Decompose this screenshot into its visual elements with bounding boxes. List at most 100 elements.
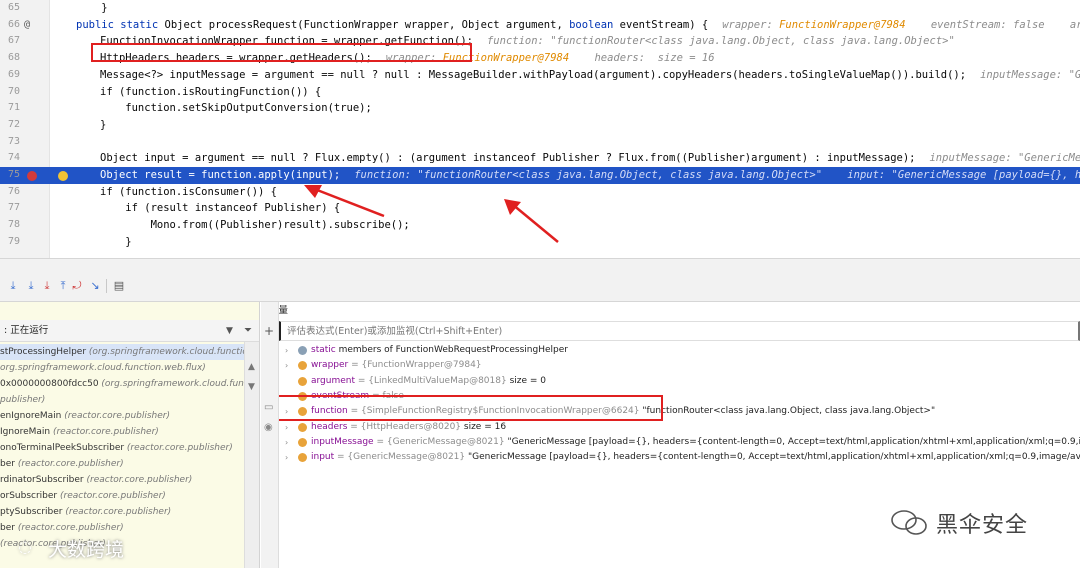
code-text: Object result = function.apply(input); fu…: [100, 167, 1080, 184]
frame-item[interactable]: ptySubscriber (reactor.core.publisher): [0, 504, 259, 520]
variable-name: inputMessage: [311, 436, 374, 447]
code-line[interactable]: 65 }: [0, 0, 1080, 17]
frame-package: (reactor.core.publisher): [83, 475, 193, 485]
inline-debug-hint: inputMessage: "GenericMessage: [929, 152, 1080, 165]
view-icon[interactable]: ◉: [264, 422, 273, 433]
expand-chevron-icon[interactable]: ›: [285, 343, 288, 358]
variable-value: "functionRouter<class java.lang.Object, …: [639, 406, 936, 417]
breakpoint-icon[interactable]: [27, 171, 37, 181]
field-icon: [298, 346, 307, 355]
watermark-left: ◌ 大数跨境: [18, 535, 158, 561]
copy-icon[interactable]: ▭: [264, 402, 273, 413]
frame-item[interactable]: 0x0000000800fdcc50 (org.springframework.…: [0, 376, 260, 392]
watermark-text-right: 黑伞安全: [936, 513, 1029, 538]
drop-frame-icon[interactable]: ⤾: [70, 279, 84, 293]
code-text: if (function.isRoutingFunction()) {: [100, 85, 322, 98]
code-line[interactable]: 72}: [0, 117, 1080, 134]
up-arrow-icon[interactable]: ▲: [248, 362, 255, 372]
frame-method: 0x0000000800fdcc50: [0, 379, 99, 389]
frame-item[interactable]: IgnoreMain (reactor.core.publisher): [0, 424, 259, 440]
code-line[interactable]: 71 function.setSkipOutputConversion(true…: [0, 100, 1080, 117]
watermark-right: 黑伞安全: [890, 505, 1080, 539]
code-text: if (function.isConsumer()) {: [100, 185, 278, 198]
frame-package: (org.springframework.cloud.function.: [98, 379, 260, 389]
variable-value: size = 16: [461, 421, 507, 432]
frames-side-toolbar: ▲ ▼: [244, 342, 259, 568]
inline-debug-hint: function: "functionRouter<class java.lan…: [354, 169, 1080, 181]
frame-item[interactable]: ber (reactor.core.publisher): [0, 520, 259, 536]
variable-row[interactable]: › headers = {HttpHeaders@8020} size = 16: [279, 420, 1080, 435]
down-arrow-icon[interactable]: ▼: [248, 382, 255, 392]
code-line[interactable]: 66 @ public static Object processRequest(F…: [0, 17, 1080, 34]
variable-row[interactable]: › wrapper = {FunctionWrapper@7984}: [279, 358, 1080, 373]
filter-icon[interactable]: ⏷: [244, 320, 252, 342]
thread-status: : 正在运行: [4, 325, 49, 336]
field-icon: [298, 453, 307, 463]
expand-chevron-icon[interactable]: ›: [285, 450, 288, 465]
expand-chevron-icon[interactable]: ›: [285, 435, 288, 450]
watermark-logo-icon: ◌: [18, 537, 32, 556]
variable-value: "GenericMessage [payload={}, headers={co…: [504, 436, 1080, 447]
line-number: 69: [7, 68, 20, 80]
variables-title: 变量: [279, 305, 289, 316]
variable-value: "GenericMessage [payload={}, headers={co…: [465, 452, 1080, 463]
frame-package: (reactor.core.publisher): [61, 411, 171, 421]
frame-item[interactable]: orSubscriber (reactor.core.publisher): [0, 488, 259, 504]
field-icon: [298, 361, 307, 371]
frame-item[interactable]: ber (reactor.core.publisher): [0, 456, 259, 472]
frame-method: stProcessingHelper: [0, 347, 87, 357]
evaluate-expression-input[interactable]: [279, 321, 1080, 341]
line-number: 79: [7, 235, 20, 247]
frame-package: org.springframework.cloud.function.web.f…: [0, 363, 206, 373]
frame-item[interactable]: org.springframework.cloud.function.web.f…: [0, 360, 259, 376]
frame-package: (reactor.core.publisher): [14, 459, 124, 469]
frame-item[interactable]: onoTerminalPeekSubscriber (reactor.core.…: [0, 440, 259, 456]
code-text: }: [100, 118, 107, 131]
code-text: }: [76, 2, 108, 14]
variable-name: input: [311, 452, 335, 463]
dropdown-chevron-icon[interactable]: ▼: [226, 320, 233, 342]
expand-chevron-icon[interactable]: ›: [285, 420, 288, 435]
code-line[interactable]: 74 Object input = argument == null ? Flux…: [0, 150, 1080, 167]
code-editor[interactable]: 65 } 66 @ public static Object processReque…: [0, 0, 1080, 258]
variable-type: = {GenericMessage@8021}: [334, 452, 466, 463]
line-number: 65: [7, 2, 20, 13]
line-number: 71: [7, 102, 20, 114]
code-line[interactable]: 73: [0, 134, 1080, 151]
override-marker-icon[interactable]: @: [24, 19, 34, 30]
code-text: Message<?> inputMessage = argument == nu…: [100, 67, 1080, 84]
line-number: 75: [7, 169, 20, 180]
variable-row[interactable]: argument = {LinkedMultiValueMap@8018} si…: [279, 374, 1080, 389]
frame-item[interactable]: publisher): [0, 392, 259, 408]
variable-row[interactable]: › inputMessage = {GenericMessage@8021} "G…: [279, 435, 1080, 450]
variable-value: size = 0: [506, 375, 547, 386]
lightbulb-icon[interactable]: [58, 171, 68, 181]
code-line[interactable]: 75 Object result = function.apply(input);…: [0, 167, 1080, 184]
frame-item[interactable]: rdinatorSubscriber (reactor.core.publish…: [0, 472, 259, 488]
run-to-cursor-icon[interactable]: ↘: [88, 279, 102, 293]
evaluate-expression-icon[interactable]: ▤: [112, 279, 126, 293]
line-number: 73: [7, 135, 20, 147]
frame-package: (org.springframework.cloud.function.we: [86, 347, 260, 357]
line-number: 67: [7, 35, 20, 47]
frame-item[interactable]: stProcessingHelper (org.springframework.…: [0, 344, 260, 360]
toolbar-separator: [106, 279, 107, 293]
code-line[interactable]: 69 Message<?> inputMessage = argument == …: [0, 67, 1080, 84]
step-into-icon[interactable]: ⤓: [24, 279, 38, 293]
thread-selector[interactable]: : 正在运行 ▼ ⏷: [0, 320, 259, 342]
frame-item[interactable]: enIgnoreMain (reactor.core.publisher): [0, 408, 259, 424]
variable-row[interactable]: › input = {GenericMessage@8021} "GenericM…: [279, 450, 1080, 465]
code-line[interactable]: 70 if (function.isRoutingFunction()) {: [0, 84, 1080, 101]
add-watch-icon[interactable]: +: [264, 324, 274, 338]
force-step-into-icon[interactable]: ⤓: [40, 279, 54, 293]
expand-chevron-icon[interactable]: ›: [285, 358, 288, 373]
frame-method: enIgnoreMain: [0, 411, 62, 421]
frame-package: (reactor.core.publisher): [124, 443, 233, 453]
line-number: 77: [7, 202, 20, 214]
line-number: 76: [7, 185, 20, 197]
step-out-icon[interactable]: ⤒: [56, 279, 70, 293]
variable-row[interactable]: › static members of FunctionWebRequestPro…: [279, 343, 1080, 358]
code-text: function.setSkipOutputConversion(true);: [100, 102, 372, 115]
step-over-icon[interactable]: ⤓: [6, 279, 20, 293]
code-text: public static Object processRequest(Func…: [76, 17, 1080, 34]
